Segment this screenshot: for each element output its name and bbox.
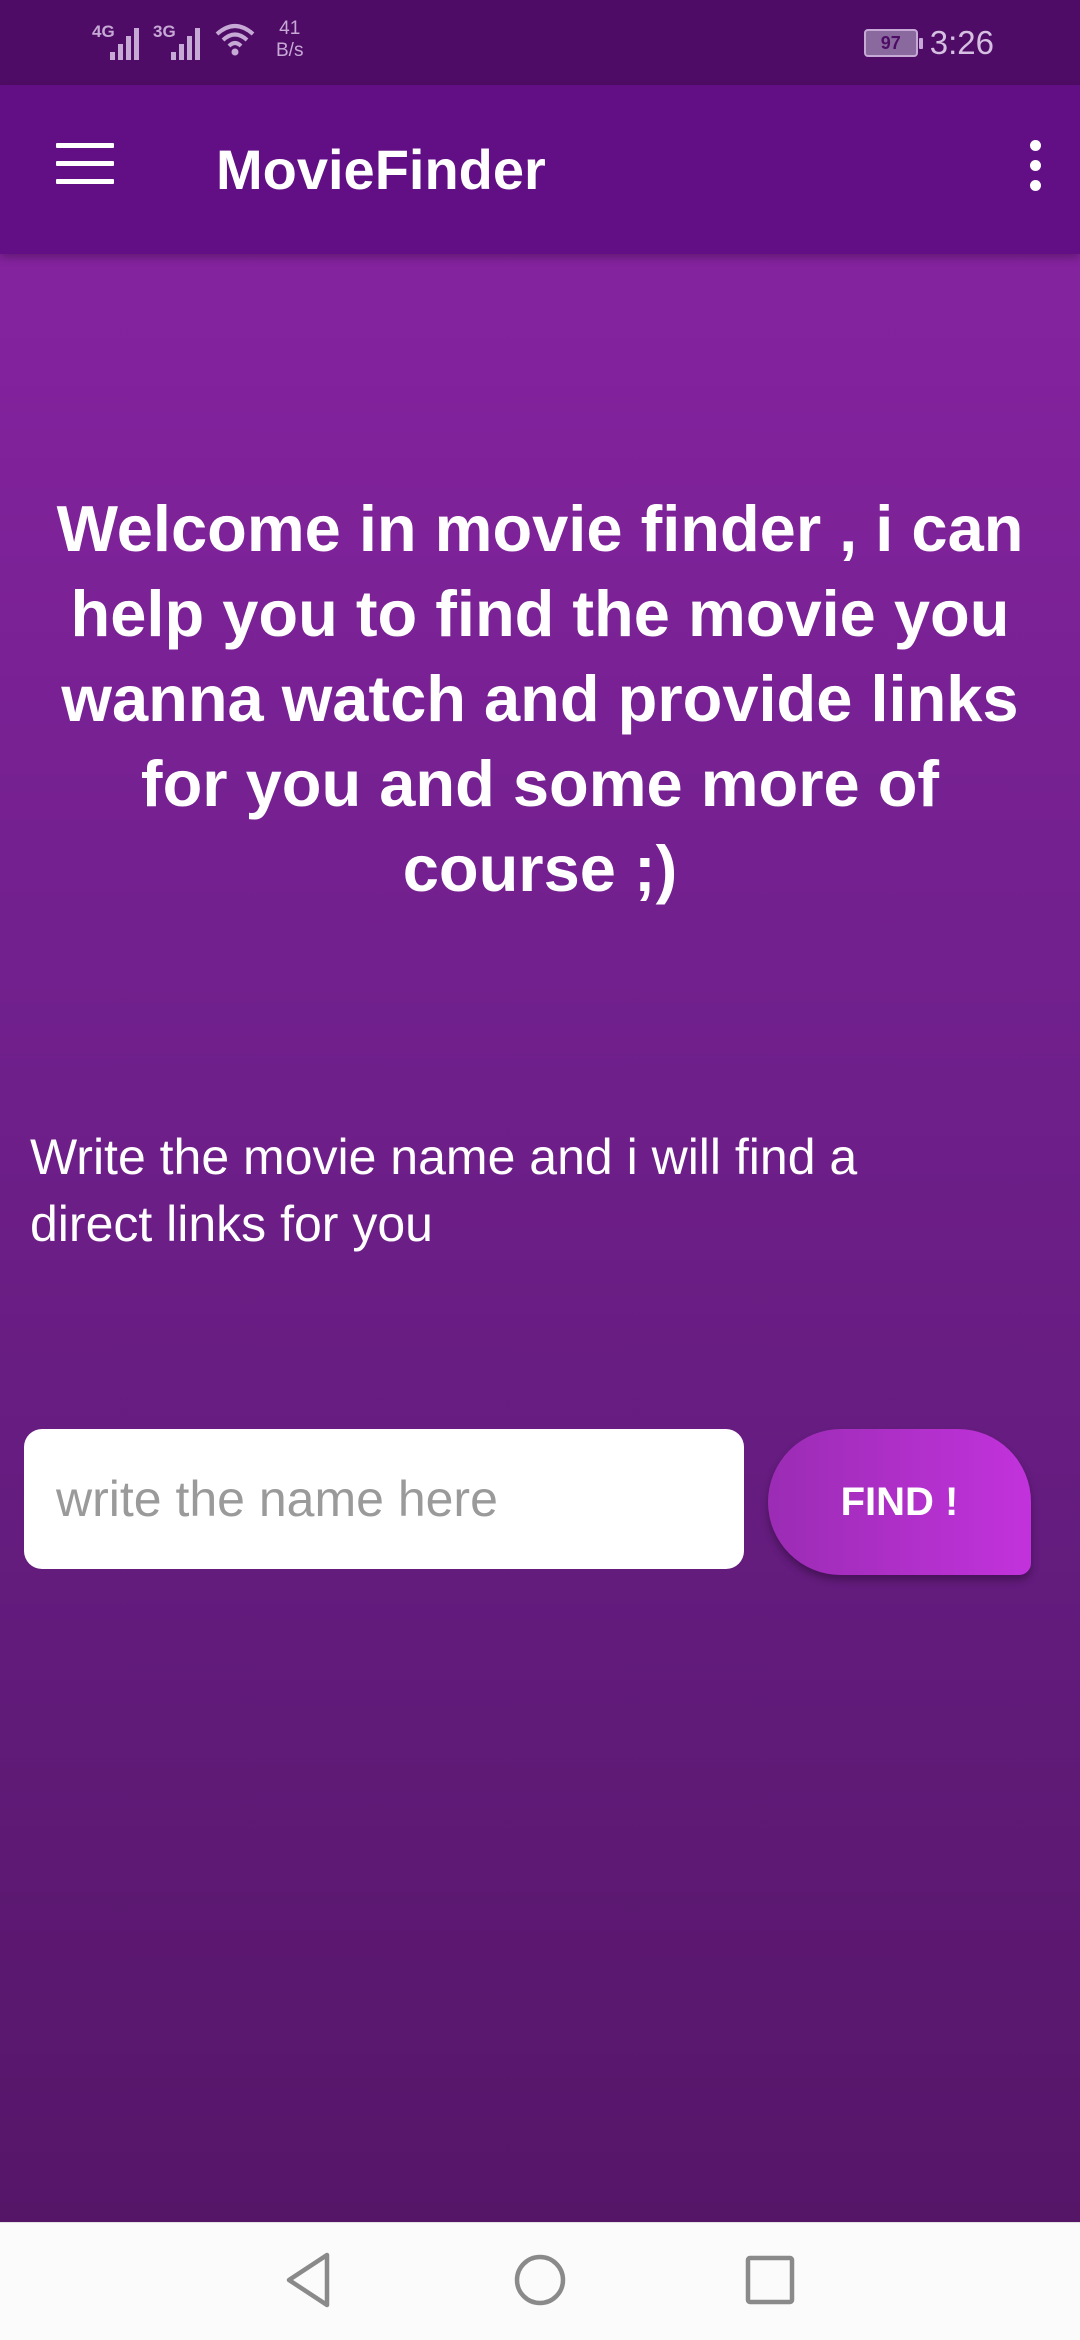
home-circle-icon[interactable] (505, 2245, 575, 2315)
system-nav-bar (0, 2222, 1080, 2340)
wifi-icon (215, 24, 255, 56)
recents-square-icon[interactable] (735, 2245, 805, 2315)
status-bar-right: 97 3:26 (863, 24, 994, 62)
hamburger-menu-icon[interactable] (56, 143, 114, 187)
welcome-text: Welcome in movie finder , i can help you… (56, 492, 1024, 905)
back-triangle-icon[interactable] (275, 2245, 345, 2315)
movie-name-input[interactable] (24, 1429, 744, 1569)
signal-3g-icon: 3G (153, 18, 200, 60)
find-button[interactable]: FIND ! (768, 1429, 1031, 1575)
status-bar-left: 4G 3G 41 B/s (92, 18, 303, 68)
network-speed: 41 B/s (276, 18, 303, 62)
more-vert-icon[interactable] (1020, 140, 1050, 200)
instruction-text: Write the movie name and i will find a d… (30, 1129, 858, 1252)
status-bar: 4G 3G 41 B/s 97 3:26 (0, 0, 1080, 85)
main-content: Welcome in movie finder , i can help you… (0, 254, 1080, 2222)
app-title: MovieFinder (216, 138, 546, 201)
battery-level: 97 (880, 32, 901, 53)
network-speed-unit: B/s (276, 40, 304, 61)
app-bar: MovieFinder (0, 85, 1080, 254)
network-speed-value: 41 (279, 18, 301, 39)
battery-icon: 97 (863, 29, 923, 57)
signal-4g-icon: 4G (92, 18, 139, 60)
signal-4g-label: 4G (92, 22, 115, 41)
signal-3g-label: 3G (153, 22, 176, 41)
status-time: 3:26 (929, 24, 994, 61)
